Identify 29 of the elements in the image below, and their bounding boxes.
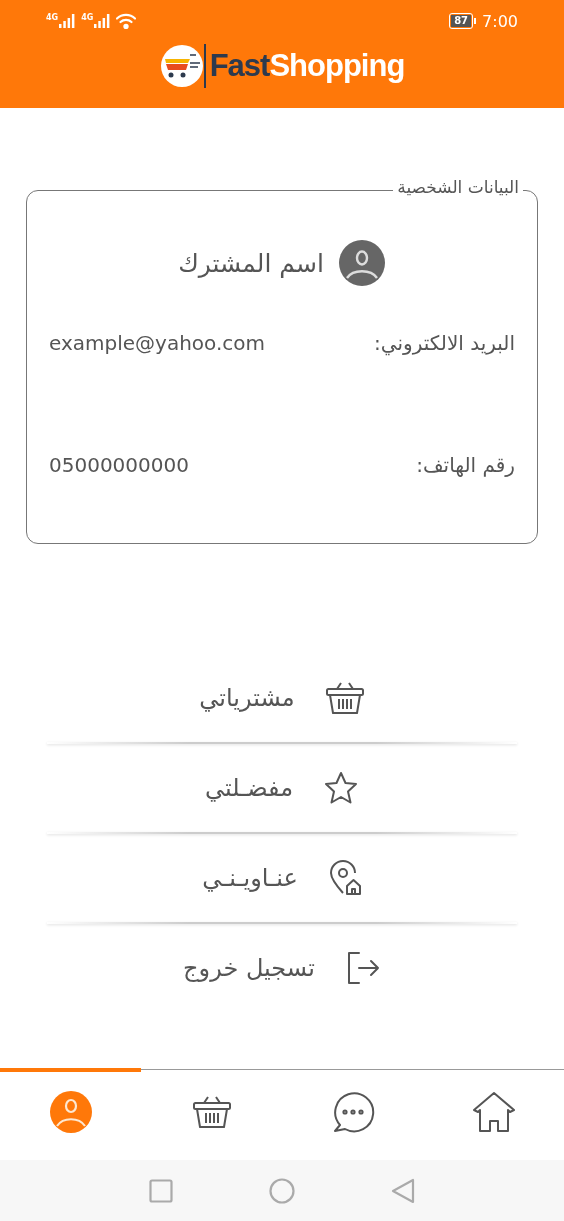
field-value: example@yahoo.com	[49, 331, 266, 355]
menu-item[interactable]: عنـاويـنـي	[202, 834, 362, 922]
recents-button[interactable]	[149, 1178, 173, 1203]
home-icon	[471, 1091, 516, 1133]
basket-icon	[324, 681, 365, 715]
clock-time: 7:00	[482, 11, 518, 31]
home-button[interactable]	[269, 1177, 295, 1204]
basket-icon	[191, 1095, 232, 1129]
menu-item[interactable]: تسجيل خروج	[183, 924, 381, 1012]
subscriber-name: اسم المشترك	[178, 248, 324, 278]
signal-icon	[59, 14, 76, 28]
field-label: رقم الهاتف:	[416, 453, 515, 477]
star-icon	[323, 771, 359, 805]
avatar-icon	[337, 239, 386, 287]
cart-logo-icon	[159, 44, 206, 88]
menu-item[interactable]: مفضـلتي	[205, 744, 359, 832]
location-pin-icon	[327, 860, 362, 896]
back-button[interactable]	[391, 1177, 415, 1204]
brand-logo-text: FastShopping	[209, 48, 405, 84]
signal-icon	[94, 14, 111, 28]
menu-item[interactable]: مشترياتي	[199, 654, 365, 742]
profile-icon	[48, 1090, 93, 1134]
wifi-icon	[116, 13, 137, 29]
field-value: 05000000000	[49, 453, 189, 477]
network-type-label: 4G	[46, 14, 59, 22]
battery-indicator: 87	[449, 13, 474, 29]
card-legend: البيانات الشخصية	[393, 177, 523, 197]
network-type-label: 4G	[81, 14, 94, 22]
field-label: البريد الالكتروني:	[374, 331, 515, 355]
